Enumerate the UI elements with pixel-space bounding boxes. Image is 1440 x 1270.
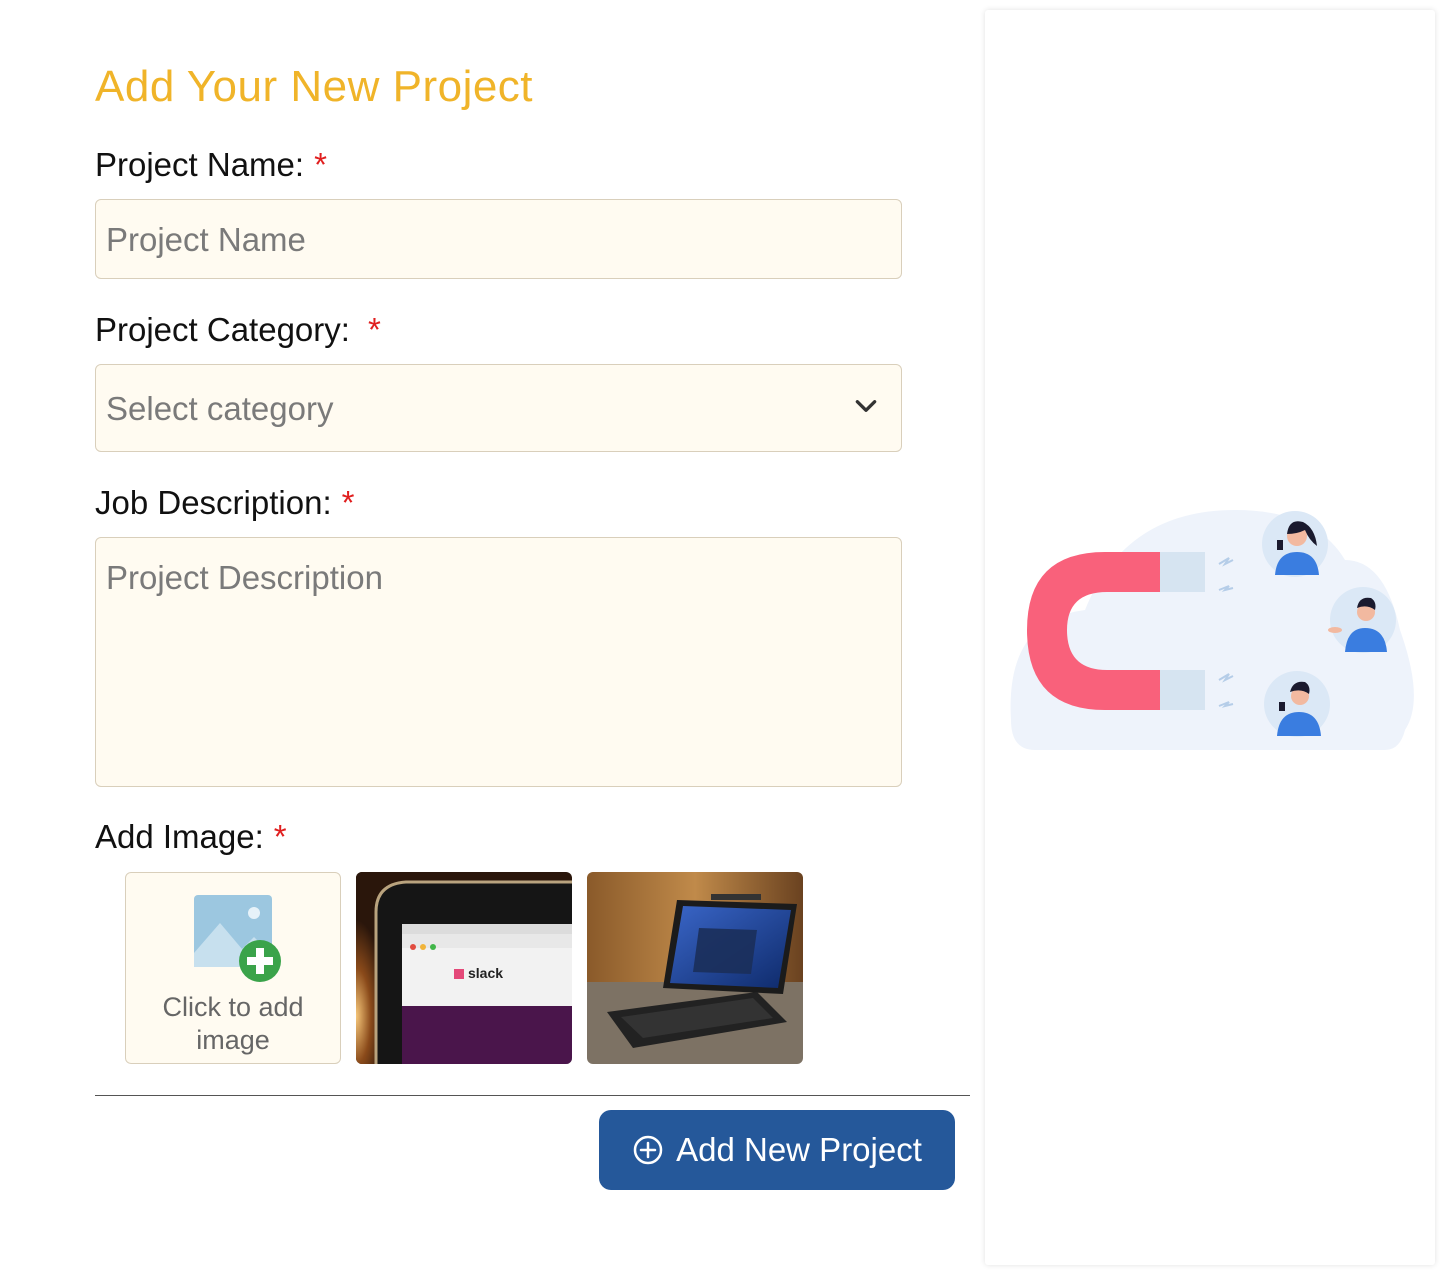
divider — [95, 1095, 970, 1096]
project-category-label: Project Category: * — [95, 311, 381, 349]
project-category-label-text: Project Category: — [95, 311, 350, 348]
project-name-label-text: Project Name: — [95, 146, 305, 183]
job-description-label: Job Description: * — [95, 484, 354, 522]
chevron-down-icon — [855, 400, 877, 412]
add-image-button[interactable]: Click to add image — [125, 872, 341, 1064]
add-new-project-label: Add New Project — [676, 1131, 922, 1168]
project-name-label: Project Name: * — [95, 146, 327, 184]
tablet-laptop-photo — [587, 872, 803, 1064]
project-name-input[interactable]: Project Name — [95, 199, 902, 279]
illustration-panel — [985, 10, 1435, 1265]
project-category-select[interactable]: Select category — [95, 364, 902, 452]
project-category-selected: Select category — [106, 390, 334, 427]
add-image-label-text: Add Image: — [95, 818, 264, 855]
add-image-label: Add Image: * — [95, 818, 287, 856]
image-thumbnail[interactable]: slack — [356, 872, 572, 1064]
job-description-label-text: Job Description: — [95, 484, 332, 521]
image-add-icon — [194, 895, 281, 982]
project-name-placeholder: Project Name — [106, 221, 306, 258]
add-new-project-button[interactable]: Add New Project — [599, 1110, 955, 1190]
job-description-placeholder: Project Description — [106, 559, 383, 596]
svg-text:slack: slack — [468, 965, 503, 981]
laptop-slack-photo: slack — [356, 872, 572, 1064]
job-description-textarea[interactable]: Project Description — [95, 537, 902, 787]
magnet-illustration — [1010, 510, 1414, 750]
required-mark: * — [367, 311, 381, 348]
required-mark: * — [341, 484, 355, 521]
image-thumbnail[interactable] — [587, 872, 803, 1064]
required-mark: * — [273, 818, 287, 855]
required-mark: * — [314, 146, 327, 183]
plus-circle-icon — [633, 1135, 663, 1165]
page-title: Add Your New Project — [95, 62, 534, 111]
add-image-text: Click to add image — [162, 992, 304, 1055]
